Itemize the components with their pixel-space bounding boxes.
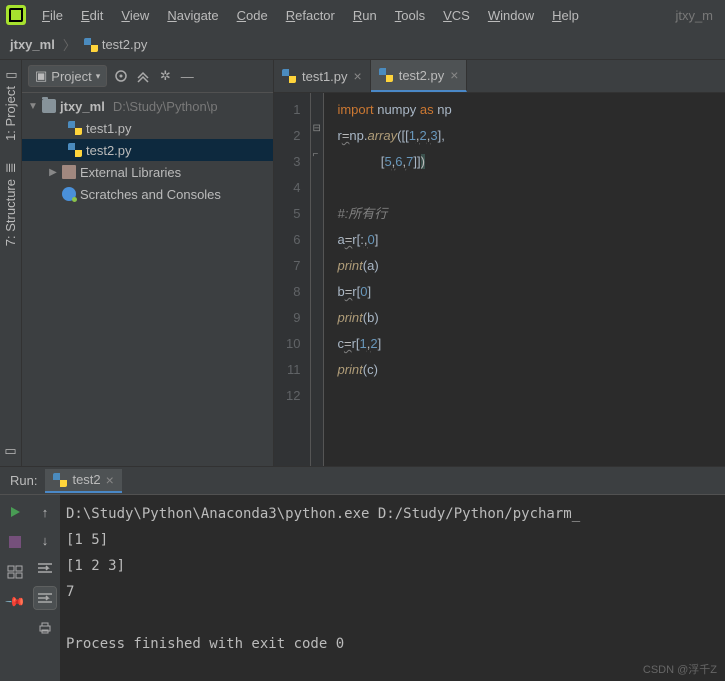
editor-tab[interactable]: test1.py× — [274, 60, 371, 92]
menu-help[interactable]: Help — [544, 5, 587, 26]
editor-tab[interactable]: test2.py× — [371, 60, 468, 92]
chevron-right-icon: ▶ — [48, 167, 58, 178]
stop-icon[interactable] — [6, 533, 24, 551]
project-toolbar: ▣ Project▾ ✲ — — [22, 60, 273, 93]
line-number-gutter: 123456789101112 — [274, 93, 311, 466]
chevron-right-icon: 〉 — [63, 35, 76, 54]
menu-window[interactable]: Window — [480, 5, 542, 26]
scratches-icon — [62, 187, 76, 201]
project-icon: ▭ — [4, 68, 18, 82]
close-icon[interactable]: × — [354, 68, 362, 84]
menu-edit[interactable]: Edit — [73, 5, 111, 26]
menu-navigate[interactable]: Navigate — [159, 5, 226, 26]
up-icon[interactable]: ↑ — [36, 503, 54, 521]
editor-area: test1.py×test2.py× 123456789101112 ⊟ ⌐ i… — [274, 60, 725, 466]
run-icon[interactable] — [6, 503, 24, 521]
select-opened-file-icon[interactable] — [113, 68, 129, 84]
run-config-tab[interactable]: test2 × — [45, 469, 121, 493]
project-view-selector[interactable]: ▣ Project▾ — [28, 65, 107, 87]
menu-vcs[interactable]: VCS — [435, 5, 478, 26]
menu-view[interactable]: View — [113, 5, 157, 26]
tree-file[interactable]: test2.py — [22, 139, 273, 161]
hide-icon[interactable]: — — [179, 68, 195, 84]
breadcrumb-project[interactable]: jtxy_ml — [10, 37, 55, 52]
editor-tabs: test1.py×test2.py× — [274, 60, 725, 93]
code-editor[interactable]: 123456789101112 ⊟ ⌐ import numpy as npr=… — [274, 93, 725, 466]
code-content[interactable]: import numpy as npr=np.array([[1,2,3], [… — [323, 93, 725, 466]
settings-icon[interactable]: ✲ — [157, 68, 173, 84]
library-icon — [62, 165, 76, 179]
tree-file[interactable]: test1.py — [22, 117, 273, 139]
watermark: CSDN @浮千Z — [643, 661, 717, 677]
run-console-actions: ↑ ↓ — [30, 495, 60, 681]
fold-mark-icon[interactable]: ⊟ — [312, 123, 320, 134]
python-file-icon — [282, 69, 296, 83]
python-file-icon — [53, 473, 67, 487]
module-icon — [42, 99, 56, 113]
run-title: Run: — [10, 473, 37, 488]
bookmarks-icon[interactable]: ▭ — [4, 444, 18, 458]
structure-icon: ≣ — [4, 161, 18, 175]
chevron-down-icon: ▼ — [28, 101, 38, 112]
breadcrumb-file[interactable]: test2.py — [84, 37, 148, 52]
run-tool-window: Run: test2 × 📌 ↑ ↓ D:\Study\Python\Anaco… — [0, 466, 725, 681]
fold-gutter: ⊟ ⌐ — [311, 93, 323, 466]
folder-icon: ▣ — [35, 68, 47, 84]
window-title-path: jtxy_m — [675, 8, 719, 23]
scroll-to-end-icon[interactable] — [34, 587, 56, 609]
tool-tab-project[interactable]: 1: Project ▭ — [3, 68, 18, 141]
project-tool-window: ▣ Project▾ ✲ — ▼ jtxy_ml D:\Study\Python… — [22, 60, 274, 466]
expand-all-icon[interactable] — [135, 68, 151, 84]
python-file-icon — [379, 68, 393, 82]
python-file-icon — [68, 143, 82, 157]
close-icon[interactable]: × — [450, 67, 458, 83]
python-file-icon — [68, 121, 82, 135]
menu-bar: FileEditViewNavigateCodeRefactorRunTools… — [0, 0, 725, 30]
fold-end-icon: ⌐ — [312, 149, 318, 160]
left-tool-strip: 1: Project ▭ 7: Structure ≣ ▭ — [0, 60, 22, 466]
console-output[interactable]: D:\Study\Python\Anaconda3\python.exe D:/… — [60, 495, 725, 681]
external-libraries[interactable]: ▶ External Libraries — [22, 161, 273, 183]
run-actions-col: 📌 — [0, 495, 30, 681]
menu-run[interactable]: Run — [345, 5, 385, 26]
python-file-icon — [84, 38, 98, 52]
run-header: Run: test2 × — [0, 467, 725, 495]
breadcrumb: jtxy_ml 〉 test2.py — [0, 30, 725, 60]
scratches-node[interactable]: Scratches and Consoles — [22, 183, 273, 205]
soft-wrap-icon[interactable] — [36, 559, 54, 577]
down-icon[interactable]: ↓ — [36, 531, 54, 549]
pycharm-logo-icon — [6, 5, 26, 25]
menu-refactor[interactable]: Refactor — [278, 5, 343, 26]
tree-root[interactable]: ▼ jtxy_ml D:\Study\Python\p — [22, 95, 273, 117]
tool-tab-structure[interactable]: 7: Structure ≣ — [3, 161, 18, 246]
menu-code[interactable]: Code — [229, 5, 276, 26]
close-icon[interactable]: × — [106, 472, 114, 488]
project-tree: ▼ jtxy_ml D:\Study\Python\p test1.pytest… — [22, 93, 273, 466]
menu-tools[interactable]: Tools — [387, 5, 433, 26]
menu-file[interactable]: File — [34, 5, 71, 26]
pin-icon[interactable]: 📌 — [2, 589, 27, 614]
layout-icon[interactable] — [6, 563, 24, 581]
print-icon[interactable] — [36, 619, 54, 637]
